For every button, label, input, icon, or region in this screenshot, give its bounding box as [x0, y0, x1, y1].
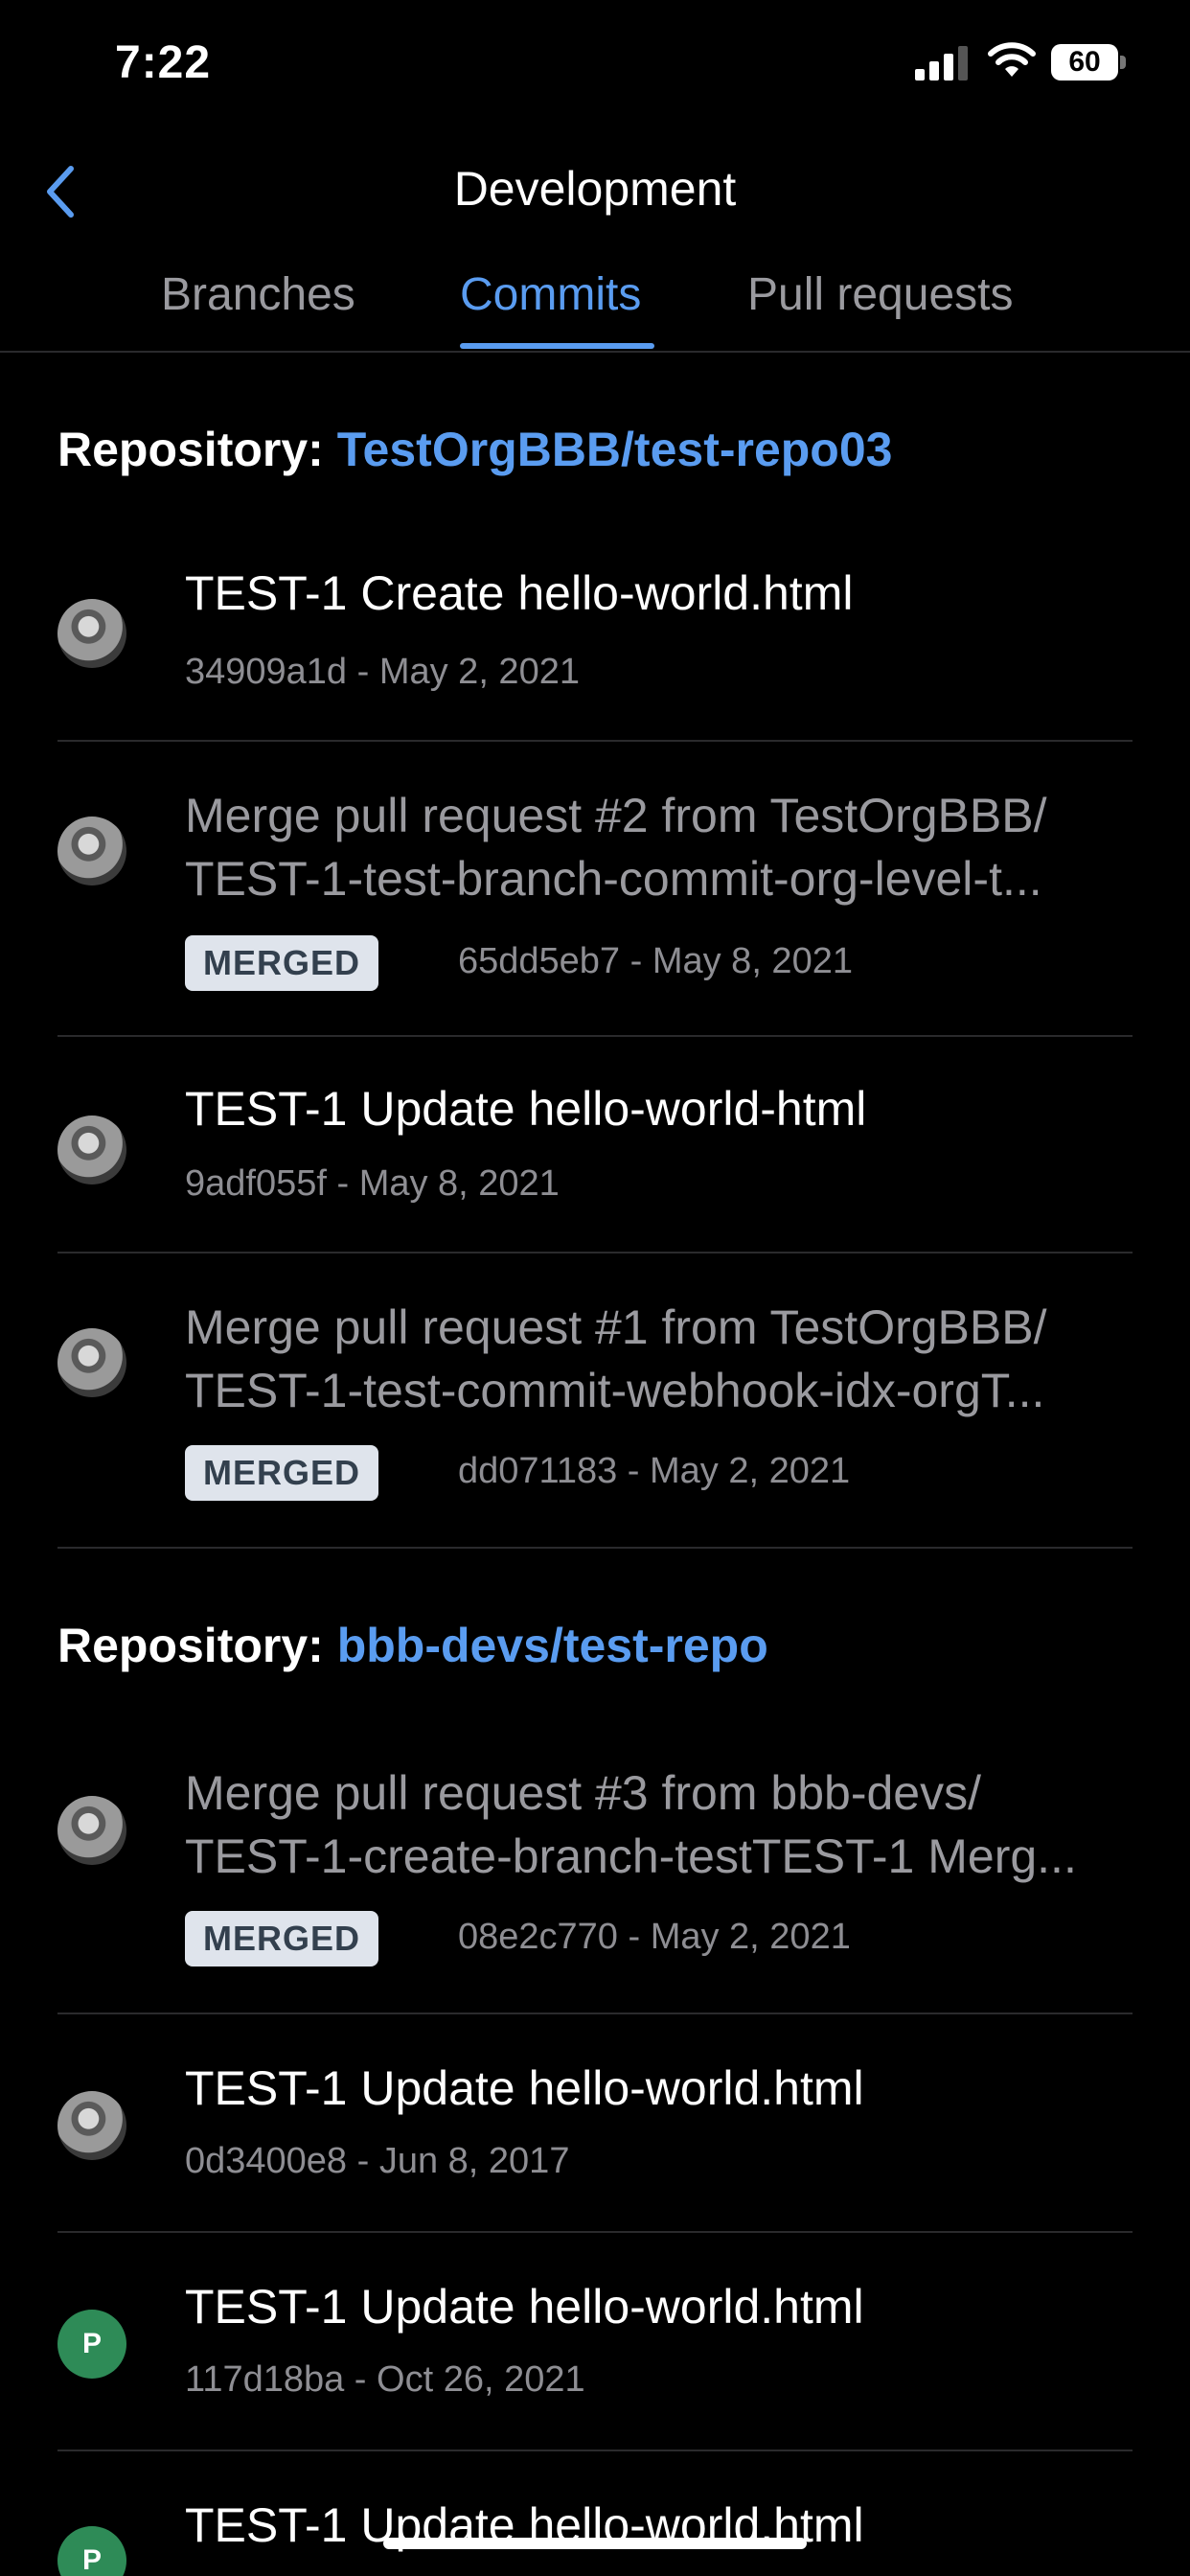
home-indicator	[383, 2538, 807, 2549]
commit-title-line-2: TEST-1-test-branch-commit-org-level-t...	[185, 852, 1042, 906]
cellular-signal-icon	[915, 46, 968, 80]
commit-title-line-1: Merge pull request #2 from TestOrgBBB/	[185, 789, 1047, 842]
repository-label: Repository:	[57, 1619, 324, 1672]
active-tab-indicator	[460, 343, 654, 349]
commit-row[interactable]: TEST-1 Create hello-world.html 34909a1d …	[57, 565, 1133, 742]
tab-commits[interactable]: Commits	[460, 268, 641, 321]
avatar	[57, 1328, 126, 1397]
avatar	[57, 1116, 126, 1184]
commit-meta: 9adf055f - May 8, 2021	[185, 1163, 560, 1204]
wifi-icon	[988, 42, 1036, 77]
commit-title: TEST-1 Update hello-world.html	[185, 2061, 864, 2115]
page-title: Development	[453, 162, 737, 216]
avatar	[57, 2091, 126, 2160]
merged-badge: MERGED	[185, 935, 378, 991]
merged-badge: MERGED	[185, 1911, 378, 1966]
commit-meta: 117d18ba - Oct 26, 2021	[185, 2359, 585, 2400]
commit-row[interactable]: TEST-1 Update hello-world-html 9adf055f …	[57, 1081, 1133, 1254]
commit-meta: 0d3400e8 - Jun 8, 2017	[185, 2141, 570, 2181]
repository-header: Repository: TestOrgBBB/test-repo03	[57, 422, 892, 477]
status-time: 7:22	[115, 37, 212, 88]
commit-title-line-2: TEST-1-create-branch-testTEST-1 Merg...	[185, 1829, 1077, 1883]
battery-level: 60	[1051, 44, 1118, 80]
repository-header: Repository: bbb-devs/test-repo	[57, 1618, 768, 1673]
commit-title: TEST-1 Update hello-world.html	[185, 2280, 864, 2334]
divider	[57, 2231, 1133, 2233]
divider	[57, 2450, 1133, 2451]
commit-row[interactable]: P TEST-1 Update hello-world.html 117d18b…	[57, 2279, 1133, 2451]
nav-bar: Development	[0, 144, 1190, 240]
commit-title: TEST-1 Update hello-world-html	[185, 1082, 867, 1136]
avatar	[57, 599, 126, 668]
commit-title-line-1: Merge pull request #3 from bbb-devs/	[185, 1766, 981, 1820]
divider	[57, 1252, 1133, 1254]
commit-title-line-2: TEST-1-test-commit-webhook-idx-orgT...	[185, 1364, 1045, 1417]
battery-icon: 60	[1051, 44, 1128, 80]
tab-bar: Branches Commits Pull requests	[0, 268, 1190, 353]
repository-link[interactable]: bbb-devs/test-repo	[337, 1619, 768, 1672]
commit-row[interactable]: P TEST-1 Update hello-world.html	[57, 2497, 1133, 2576]
avatar: P	[57, 2310, 126, 2379]
commit-meta: 34909a1d - May 2, 2021	[185, 652, 580, 692]
merged-badge: MERGED	[185, 1445, 378, 1501]
avatar	[57, 1796, 126, 1865]
commit-row[interactable]: Merge pull request #3 from bbb-devs/ TES…	[57, 1765, 1133, 2014]
commit-meta: 65dd5eb7 - May 8, 2021	[458, 941, 853, 981]
commit-meta: dd071183 - May 2, 2021	[458, 1451, 851, 1491]
avatar	[57, 816, 126, 886]
commit-title-line-1: Merge pull request #1 from TestOrgBBB/	[185, 1300, 1047, 1354]
divider	[57, 1547, 1133, 1549]
repository-label: Repository:	[57, 423, 324, 476]
divider	[57, 2012, 1133, 2014]
commit-row[interactable]: TEST-1 Update hello-world.html 0d3400e8 …	[57, 2060, 1133, 2233]
divider	[57, 740, 1133, 742]
commit-meta: 08e2c770 - May 2, 2021	[458, 1917, 851, 1957]
tab-pull-requests[interactable]: Pull requests	[747, 268, 1013, 321]
commit-row[interactable]: Merge pull request #2 from TestOrgBBB/ T…	[57, 788, 1133, 1037]
avatar: P	[57, 2526, 126, 2576]
battery-tip	[1120, 56, 1126, 69]
repository-link[interactable]: TestOrgBBB/test-repo03	[337, 423, 893, 476]
commit-title: TEST-1 Create hello-world.html	[185, 566, 854, 620]
commit-row[interactable]: Merge pull request #1 from TestOrgBBB/ T…	[57, 1300, 1133, 1549]
tab-branches[interactable]: Branches	[161, 268, 355, 321]
divider	[57, 1035, 1133, 1037]
status-bar: 7:22 60	[0, 0, 1190, 134]
